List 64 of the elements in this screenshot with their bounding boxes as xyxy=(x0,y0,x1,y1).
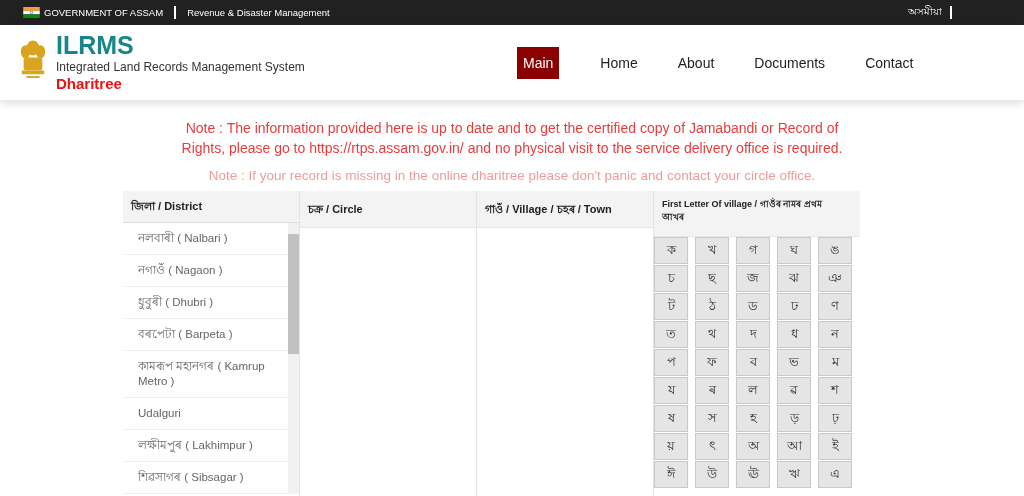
letter-button[interactable]: ণ xyxy=(818,293,852,320)
letter-button[interactable]: ৱ xyxy=(777,377,811,404)
letter-button[interactable]: হ xyxy=(736,405,770,432)
site-title: ILRMS xyxy=(56,32,135,59)
letter-button[interactable]: অ xyxy=(736,433,770,460)
letter-button[interactable]: ন xyxy=(818,321,852,348)
letter-button[interactable]: ক xyxy=(654,237,688,264)
letter-button[interactable]: ঢ় xyxy=(818,405,852,432)
letter-button[interactable]: য় xyxy=(654,433,688,460)
letter-button[interactable]: প xyxy=(654,349,688,376)
scrollbar-thumb[interactable] xyxy=(288,234,299,354)
note-text: Note : The information provided here is up to date and to get the certified copy of Jamabandi or Record of Rights, please go to https://rtps.assam.gov.in/ and no physical visit to the service delivery office is required. xyxy=(180,119,844,158)
letter-button[interactable]: ঞ xyxy=(818,265,852,292)
letter-button[interactable]: ড xyxy=(736,293,770,320)
letter-button[interactable]: আ xyxy=(777,433,811,460)
column-header: জিলা / District xyxy=(123,191,299,223)
letter-button[interactable]: খ xyxy=(695,237,729,264)
letter-button[interactable]: ভ xyxy=(777,349,811,376)
letter-button[interactable]: থ xyxy=(695,321,729,348)
letter-button[interactable]: ড় xyxy=(777,405,811,432)
nav-link[interactable]: Home xyxy=(593,47,645,78)
site-tagline: Dharitree xyxy=(56,75,123,93)
nav-link[interactable]: Main xyxy=(517,46,560,79)
letter-button[interactable]: ঊ xyxy=(736,461,770,488)
letter-button[interactable]: য xyxy=(654,377,688,404)
letter-button[interactable]: ফ xyxy=(695,349,729,376)
flag-icon xyxy=(23,7,40,18)
letter-button[interactable]: ল xyxy=(736,377,770,404)
column-header: First Letter Of village / গাওঁৰ নামৰ প্ৰথম আখৰ xyxy=(654,191,860,237)
site-subtitle: Integrated Land Records Management System xyxy=(56,59,305,75)
letter-button[interactable]: ৰ xyxy=(695,377,729,404)
letter-button[interactable]: ঋ xyxy=(777,461,811,488)
nav-link[interactable]: Contact xyxy=(858,47,921,78)
letter-button[interactable]: উ xyxy=(695,461,729,488)
language-link[interactable]: অসমীয়া xyxy=(908,5,942,20)
letter-button[interactable]: ঘ xyxy=(777,237,811,264)
letter-button[interactable]: ধ xyxy=(777,321,811,348)
column-header: গাওঁ / Village / চহৰ / Town xyxy=(477,191,653,228)
letter-button[interactable]: ব xyxy=(736,349,770,376)
letter-button[interactable]: ঢ xyxy=(777,293,811,320)
letter-button[interactable]: ছ xyxy=(695,265,729,292)
letter-button[interactable]: ঈ xyxy=(654,461,688,488)
letter-button[interactable]: ষ xyxy=(654,405,688,432)
letter-button[interactable]: স xyxy=(695,405,729,432)
letter-button[interactable]: শ xyxy=(818,377,852,404)
note-text: Note : If your record is missing in the online dharitree please don't panic and contact your circle office. xyxy=(207,167,817,185)
letter-button[interactable]: ই xyxy=(818,433,852,460)
letter-button[interactable]: গ xyxy=(736,237,770,264)
department-link[interactable]: Revenue & Disaster Management xyxy=(187,7,330,18)
letter-button[interactable]: এ xyxy=(818,461,852,488)
letter-button[interactable]: ম xyxy=(818,349,852,376)
nav-link[interactable]: About xyxy=(670,47,722,78)
letter-button[interactable]: ঠ xyxy=(695,293,729,320)
letter-button[interactable]: দ xyxy=(736,321,770,348)
letter-button[interactable]: ঝ xyxy=(777,265,811,292)
letter-button[interactable]: ৎ xyxy=(695,433,729,460)
letter-button[interactable]: ঙ xyxy=(818,237,852,264)
government-label: GOVERNMENT OF ASSAM xyxy=(44,7,164,18)
letter-button[interactable]: ত xyxy=(654,321,688,348)
nav-link[interactable]: Documents xyxy=(747,47,833,78)
letter-button[interactable]: জ xyxy=(736,265,770,292)
column-header: চক্ৰ / Circle xyxy=(300,191,476,228)
letter-button[interactable]: ট xyxy=(654,293,688,320)
letter-button[interactable]: চ xyxy=(654,265,688,292)
